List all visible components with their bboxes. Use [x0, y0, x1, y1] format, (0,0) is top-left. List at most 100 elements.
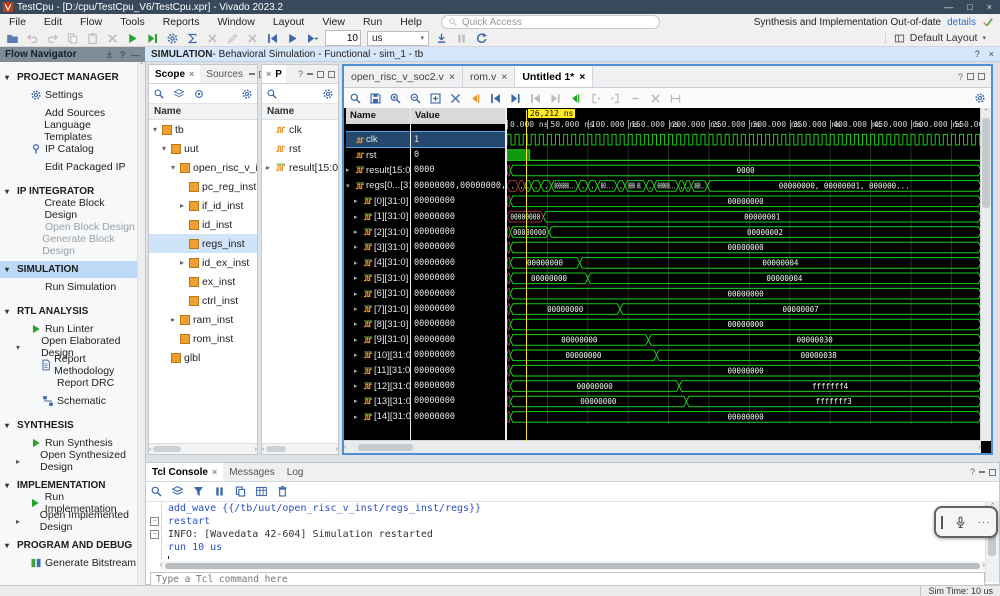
- step-icon[interactable]: [146, 32, 159, 45]
- wave-signal-name-10-31-0[interactable]: ▸[10][31:0]: [346, 348, 410, 363]
- wave-signal-value-12-31-0[interactable]: 00000000: [411, 378, 505, 393]
- wave-vscrollbar[interactable]: ⌃: [980, 108, 991, 441]
- wave-signal-value-5-31-0[interactable]: 00000000: [411, 271, 505, 286]
- flow-item-settings[interactable]: Settings: [0, 86, 138, 104]
- snap-to-transition-icon[interactable]: [609, 92, 622, 105]
- filter-icon[interactable]: [192, 485, 205, 498]
- minimize-icon[interactable]: [979, 471, 985, 473]
- flow-section-program-and-debug[interactable]: ▾PROGRAM AND DEBUG: [0, 537, 138, 554]
- clear-console-icon[interactable]: [276, 485, 289, 498]
- collapse-box-icon[interactable]: −: [150, 530, 159, 539]
- wave-hscrollbar[interactable]: ‹›: [344, 440, 981, 453]
- select-columns-icon[interactable]: [255, 485, 268, 498]
- wave-signal-value-2-31-0[interactable]: 00000000: [411, 224, 505, 239]
- wave-signal-name-rst[interactable]: rst: [346, 147, 410, 162]
- wave-tab-open-risc-v-soc2-v[interactable]: open_risc_v_soc2.v×: [344, 66, 463, 87]
- scope-tree-item-tb[interactable]: ▾tb: [149, 120, 257, 139]
- flow-item-open-implemented-design[interactable]: ▸Open Implemented Design: [0, 512, 138, 530]
- console-hscrollbar[interactable]: ‹›: [160, 561, 985, 570]
- wave-signal-value-13-31-0[interactable]: 00000000: [411, 394, 505, 409]
- wave-value-header[interactable]: Value: [411, 108, 505, 124]
- wave-signal-name-14-31-0[interactable]: ▸[14][31:0]: [346, 409, 410, 424]
- copy-icon[interactable]: [66, 32, 79, 45]
- expand-all-icon[interactable]: [171, 485, 184, 498]
- tab-scope[interactable]: Scope×: [149, 65, 200, 83]
- run-for-time-icon[interactable]: [306, 32, 319, 45]
- wave-tab-rom-v[interactable]: rom.v×: [463, 66, 515, 87]
- wave-signal-value-rst[interactable]: 0: [411, 147, 505, 162]
- console-output[interactable]: add_wave {{/tb/uut/open_risc_v_inst/regs…: [148, 502, 985, 559]
- maximize-icon[interactable]: [989, 469, 996, 476]
- maximize-icon[interactable]: [317, 71, 324, 78]
- scope-tree-item-ex-inst[interactable]: ex_inst: [149, 272, 257, 291]
- scope-hscrollbar[interactable]: ‹›: [149, 443, 257, 454]
- dock-icon[interactable]: [105, 50, 114, 59]
- wave-signal-value-8-31-0[interactable]: 00000000: [411, 317, 505, 332]
- restart-simulation-icon[interactable]: [266, 32, 279, 45]
- gear-icon[interactable]: [974, 92, 986, 104]
- menu-run[interactable]: Run: [354, 16, 391, 28]
- collapse-box-icon[interactable]: −: [150, 517, 159, 526]
- go-to-last-time-icon[interactable]: [509, 92, 522, 105]
- more-options-icon[interactable]: ···: [978, 517, 991, 528]
- wave-signal-value-result-15-0[interactable]: 0000: [411, 163, 505, 178]
- menu-tools[interactable]: Tools: [111, 16, 154, 28]
- previous-transition-icon[interactable]: [529, 92, 542, 105]
- span-icon[interactable]: [669, 92, 682, 105]
- flow-item-report-methodology[interactable]: Report Methodology: [0, 356, 138, 374]
- layout-select[interactable]: Default Layout ▾: [885, 32, 994, 44]
- wave-signal-value-1-31-0[interactable]: 00000000: [411, 209, 505, 224]
- float-icon[interactable]: [328, 71, 335, 78]
- wave-name-header[interactable]: Name: [346, 108, 410, 124]
- scope-tree-item-id-ex-inst[interactable]: ▸id_ex_inst: [149, 253, 257, 272]
- flow-section-project-manager[interactable]: ▾PROJECT MANAGER: [0, 69, 138, 86]
- wave-signal-value-6-31-0[interactable]: 00000000: [411, 286, 505, 301]
- wave-signal-value-14-31-0[interactable]: 00000000: [411, 409, 505, 424]
- help-icon[interactable]: ?: [120, 50, 125, 60]
- minimize-icon[interactable]: [307, 73, 313, 75]
- run-all-icon[interactable]: [286, 32, 299, 45]
- go-to-time-0-icon[interactable]: [489, 92, 502, 105]
- wave-signal-value-10-31-0[interactable]: 00000000: [411, 348, 505, 363]
- zoom-fit-icon[interactable]: [429, 92, 442, 105]
- wave-signal-value-7-31-0[interactable]: 00000000: [411, 301, 505, 316]
- wave-cursor-line[interactable]: [526, 110, 527, 441]
- breakpoint-icon[interactable]: [206, 32, 219, 45]
- gear-icon[interactable]: [241, 88, 253, 100]
- wave-signal-name-regs-0-31-0[interactable]: ▾regs[0...[31:0]: [346, 178, 410, 193]
- minimize-panel-icon[interactable]: —: [131, 50, 140, 60]
- search-icon[interactable]: [266, 88, 278, 100]
- relaunch-icon[interactable]: [475, 32, 488, 45]
- flow-section-rtl-analysis[interactable]: ▾RTL ANALYSIS: [0, 303, 138, 320]
- scope-column-header[interactable]: Name: [149, 104, 257, 120]
- wave-signal-name-8-31-0[interactable]: ▸[8][31:0]: [346, 317, 410, 332]
- wave-signal-value-11-31-0[interactable]: 00000000: [411, 363, 505, 378]
- flow-section-synthesis[interactable]: ▾SYNTHESIS: [0, 417, 138, 434]
- tab-objects[interactable]: ×P: [262, 65, 286, 83]
- flow-item-language-templates[interactable]: Language Templates: [0, 122, 138, 140]
- wave-signal-name-11-31-0[interactable]: ▸[11][31:0]: [346, 363, 410, 378]
- close-view-icon[interactable]: ×: [989, 49, 994, 59]
- scope-tree-item-if-id-inst[interactable]: ▸if_id_inst: [149, 196, 257, 215]
- maximize-icon[interactable]: [967, 73, 974, 80]
- wave-signal-name-9-31-0[interactable]: ▸[9][31:0]: [346, 332, 410, 347]
- wave-plot-area[interactable]: 0.000 ns50.000 ns100.000 ns150.000 ns200…: [507, 108, 981, 441]
- add-marker-icon[interactable]: [569, 92, 582, 105]
- delete-icon[interactable]: [106, 32, 119, 45]
- wave-signal-name-3-31-0[interactable]: ▸[3][31:0]: [346, 240, 410, 255]
- menu-file[interactable]: File: [0, 16, 35, 28]
- scope-tree-item-rom-inst[interactable]: rom_inst: [149, 329, 257, 348]
- redo-icon[interactable]: [46, 32, 59, 45]
- scope-tree-item-id-inst[interactable]: id_inst: [149, 215, 257, 234]
- minimize-button[interactable]: —: [944, 2, 953, 12]
- remove-cursor-icon[interactable]: [449, 92, 462, 105]
- filter-icon[interactable]: [193, 88, 205, 100]
- wave-signal-value-regs-0-31-0[interactable]: 00000000,00000000,00000000,00000000: [411, 178, 505, 193]
- float-ruler-icon[interactable]: [629, 92, 642, 105]
- previous-marker-icon[interactable]: [469, 92, 482, 105]
- zoom-out-icon[interactable]: [409, 92, 422, 105]
- wave-signal-value-clk[interactable]: 1: [411, 132, 505, 147]
- help-icon[interactable]: ?: [975, 49, 980, 59]
- undo-icon[interactable]: [26, 32, 39, 45]
- wave-signal-name-6-31-0[interactable]: ▸[6][31:0]: [346, 286, 410, 301]
